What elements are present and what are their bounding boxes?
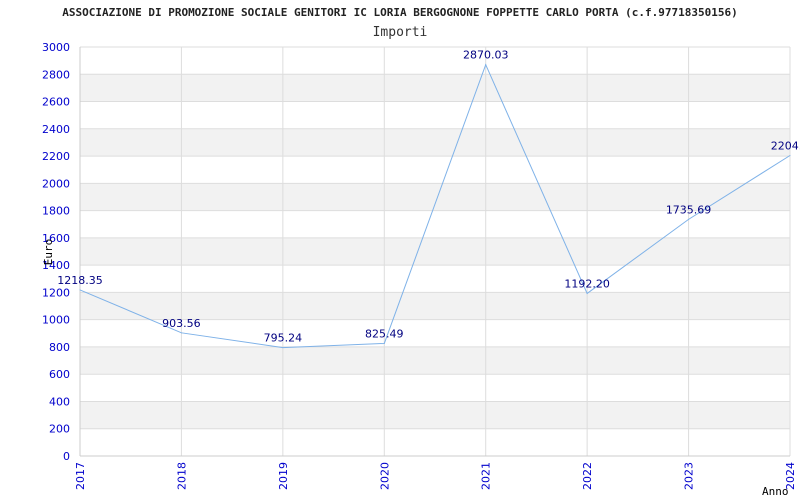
x-tick-label: 2020 bbox=[378, 462, 391, 490]
y-tick-label: 3000 bbox=[42, 41, 70, 54]
x-tick-label: 2017 bbox=[74, 462, 87, 490]
y-tick-label: 2200 bbox=[42, 150, 70, 163]
y-tick-label: 1200 bbox=[42, 286, 70, 299]
grid-band bbox=[80, 128, 790, 157]
grid-band bbox=[80, 237, 790, 266]
data-point bbox=[79, 289, 81, 291]
y-tick-label: 600 bbox=[49, 368, 70, 381]
data-label: 795.24 bbox=[264, 332, 303, 345]
grid-band bbox=[80, 292, 790, 320]
data-label: 1735.69 bbox=[666, 203, 712, 216]
y-tick-label: 400 bbox=[49, 395, 70, 408]
y-tick-label: 200 bbox=[49, 423, 70, 436]
data-point bbox=[180, 332, 182, 334]
grid-bands bbox=[80, 74, 790, 429]
y-tick-label: 2600 bbox=[42, 96, 70, 109]
y-axis-label: Euro bbox=[42, 239, 55, 266]
line-chart: 0200400600800100012001400160018002000220… bbox=[42, 41, 800, 498]
data-point bbox=[383, 342, 385, 344]
y-tick-label: 2800 bbox=[42, 68, 70, 81]
grid-band bbox=[80, 401, 790, 429]
y-tick-label: 0 bbox=[63, 450, 70, 463]
y-tick-label: 2400 bbox=[42, 123, 70, 136]
data-point bbox=[586, 292, 588, 294]
data-label: 1192.20 bbox=[564, 277, 610, 290]
data-label: 2870.03 bbox=[463, 49, 509, 62]
data-label: 1218.35 bbox=[57, 274, 103, 287]
y-tick-label: 1800 bbox=[42, 205, 70, 218]
grid-band bbox=[80, 74, 790, 102]
data-label: 825.49 bbox=[365, 327, 404, 340]
x-tick-label: 2023 bbox=[683, 462, 696, 490]
x-tick-label: 2021 bbox=[480, 462, 493, 490]
y-tick-label: 1000 bbox=[42, 314, 70, 327]
x-tick-label: 2022 bbox=[581, 462, 594, 490]
data-point bbox=[282, 347, 284, 349]
data-point bbox=[789, 155, 791, 157]
data-label: 2204.1 bbox=[771, 140, 800, 153]
x-tick-label: 2019 bbox=[277, 462, 290, 490]
x-tick-labels: 2017 2018 2019 2020 2021 2022 2023 2024 bbox=[74, 462, 797, 490]
data-point bbox=[688, 218, 690, 220]
data-point bbox=[485, 64, 487, 66]
grid-band bbox=[80, 346, 790, 375]
y-tick-label: 2000 bbox=[42, 177, 70, 190]
data-label: 903.56 bbox=[162, 317, 201, 330]
x-tick-label: 2018 bbox=[175, 462, 188, 490]
x-axis-label: Anno bbox=[762, 485, 789, 498]
y-tick-label: 800 bbox=[49, 341, 70, 354]
